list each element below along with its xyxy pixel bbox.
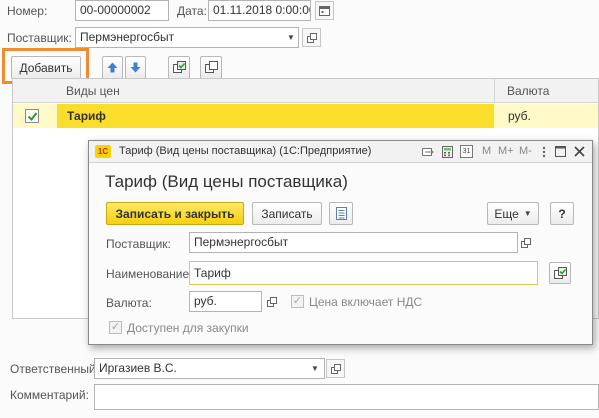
date-calendar-button[interactable] bbox=[315, 1, 334, 20]
help-button[interactable]: ? bbox=[550, 202, 574, 225]
comment-label: Комментарий: bbox=[10, 388, 89, 402]
menu-more-icon[interactable] bbox=[539, 146, 549, 158]
save-button[interactable]: Записать bbox=[252, 202, 322, 225]
dialog-name-fill-button[interactable] bbox=[549, 262, 571, 284]
checkmark-icon bbox=[27, 111, 37, 121]
date-field[interactable]: 01.11.2018 0:00:00 bbox=[208, 0, 311, 21]
responsible-open-button[interactable] bbox=[326, 359, 345, 378]
copy-icon bbox=[204, 61, 218, 73]
dialog-name-label: Наименование: bbox=[106, 267, 193, 281]
vat-included-label: Цена включает НДС bbox=[309, 295, 423, 309]
select-list-icon bbox=[172, 61, 186, 73]
column-header-price-type[interactable]: Виды цен bbox=[66, 84, 120, 98]
maximize-icon[interactable] bbox=[555, 146, 566, 157]
column-header-currency[interactable]: Валюта bbox=[507, 84, 549, 98]
app-logo-icon: 1С bbox=[95, 145, 111, 158]
memory-minus-button[interactable]: M- bbox=[519, 145, 532, 157]
more-menu-label: Еще bbox=[494, 206, 519, 221]
dialog-heading: Тариф (Вид цены поставщика) bbox=[105, 172, 348, 191]
calendar-icon[interactable]: 31 bbox=[460, 145, 473, 158]
dialog-currency-open-button[interactable] bbox=[264, 294, 280, 310]
open-link-icon bbox=[521, 238, 531, 248]
table-header: Виды цен Валюта bbox=[13, 79, 598, 103]
supplier-field[interactable]: Пермэнергосбыт bbox=[75, 27, 299, 48]
dialog-supplier-open-button[interactable] bbox=[518, 235, 534, 251]
open-link-icon bbox=[306, 32, 317, 43]
price-type-dialog: 1С Тариф (Вид цены поставщика) (1С:Предп… bbox=[88, 140, 593, 345]
supplier-label: Поставщик: bbox=[7, 31, 72, 45]
responsible-label: Ответственный: bbox=[10, 362, 100, 376]
dialog-titlebar: 1С Тариф (Вид цены поставщика) (1С:Предп… bbox=[89, 141, 592, 163]
open-link-icon bbox=[330, 363, 341, 374]
select-list-icon bbox=[553, 266, 567, 279]
comment-field[interactable] bbox=[94, 384, 599, 410]
save-and-close-button[interactable]: Записать и закрыть bbox=[106, 202, 244, 225]
more-menu-button[interactable]: Еще ▼ bbox=[487, 202, 539, 225]
move-down-button[interactable] bbox=[125, 56, 146, 79]
dialog-supplier-label: Поставщик: bbox=[106, 237, 171, 251]
add-button[interactable]: Добавить bbox=[11, 56, 81, 79]
responsible-field[interactable]: Иргазиев В.С. bbox=[94, 358, 325, 379]
number-label: Номер: bbox=[7, 4, 48, 18]
date-label: Дата: bbox=[177, 4, 207, 18]
supplier-dropdown-icon[interactable]: ▼ bbox=[284, 28, 298, 47]
memory-m-button[interactable]: M bbox=[482, 145, 491, 157]
checkmark-icon: ✓ bbox=[110, 321, 121, 333]
available-for-purchase-checkbox[interactable]: ✓ bbox=[109, 321, 122, 334]
arrow-down-icon bbox=[130, 62, 141, 73]
calendar-icon bbox=[319, 6, 330, 16]
table-row[interactable]: Тариф руб. bbox=[13, 104, 598, 128]
dialog-window-title: Тариф (Вид цены поставщика) (1С:Предприя… bbox=[119, 145, 372, 157]
dialog-currency-field[interactable]: руб. bbox=[189, 291, 262, 312]
supplier-open-button[interactable] bbox=[302, 28, 321, 47]
report-button[interactable] bbox=[329, 202, 353, 225]
fill-button[interactable] bbox=[168, 56, 190, 79]
selected-cell-highlight bbox=[57, 104, 494, 128]
vat-included-checkbox[interactable]: ✓ bbox=[291, 295, 304, 308]
number-field[interactable]: 00-00000002 bbox=[75, 0, 169, 21]
cell-price-type: Тариф bbox=[67, 109, 106, 123]
calculator-icon[interactable] bbox=[442, 146, 453, 158]
dialog-name-field[interactable]: Тариф bbox=[189, 261, 538, 285]
arrow-up-icon bbox=[107, 62, 118, 73]
column-divider bbox=[494, 79, 495, 103]
checkmark-icon: ✓ bbox=[292, 295, 303, 307]
open-link-icon bbox=[267, 297, 277, 307]
responsible-dropdown-icon[interactable]: ▼ bbox=[308, 359, 322, 378]
move-up-button[interactable] bbox=[102, 56, 123, 79]
close-icon[interactable] bbox=[574, 146, 585, 157]
document-list-icon bbox=[335, 207, 347, 220]
available-for-purchase-label: Доступен для закупки bbox=[127, 321, 249, 335]
dialog-currency-label: Валюта: bbox=[106, 296, 152, 310]
dialog-supplier-field[interactable]: Пермэнергосбыт bbox=[189, 232, 518, 253]
cell-currency: руб. bbox=[508, 109, 531, 123]
copy-button[interactable] bbox=[200, 56, 222, 79]
memory-plus-button[interactable]: M+ bbox=[498, 145, 514, 157]
chevron-down-icon: ▼ bbox=[523, 209, 532, 218]
row-checkbox[interactable] bbox=[25, 109, 39, 123]
link-icon[interactable] bbox=[422, 146, 435, 158]
